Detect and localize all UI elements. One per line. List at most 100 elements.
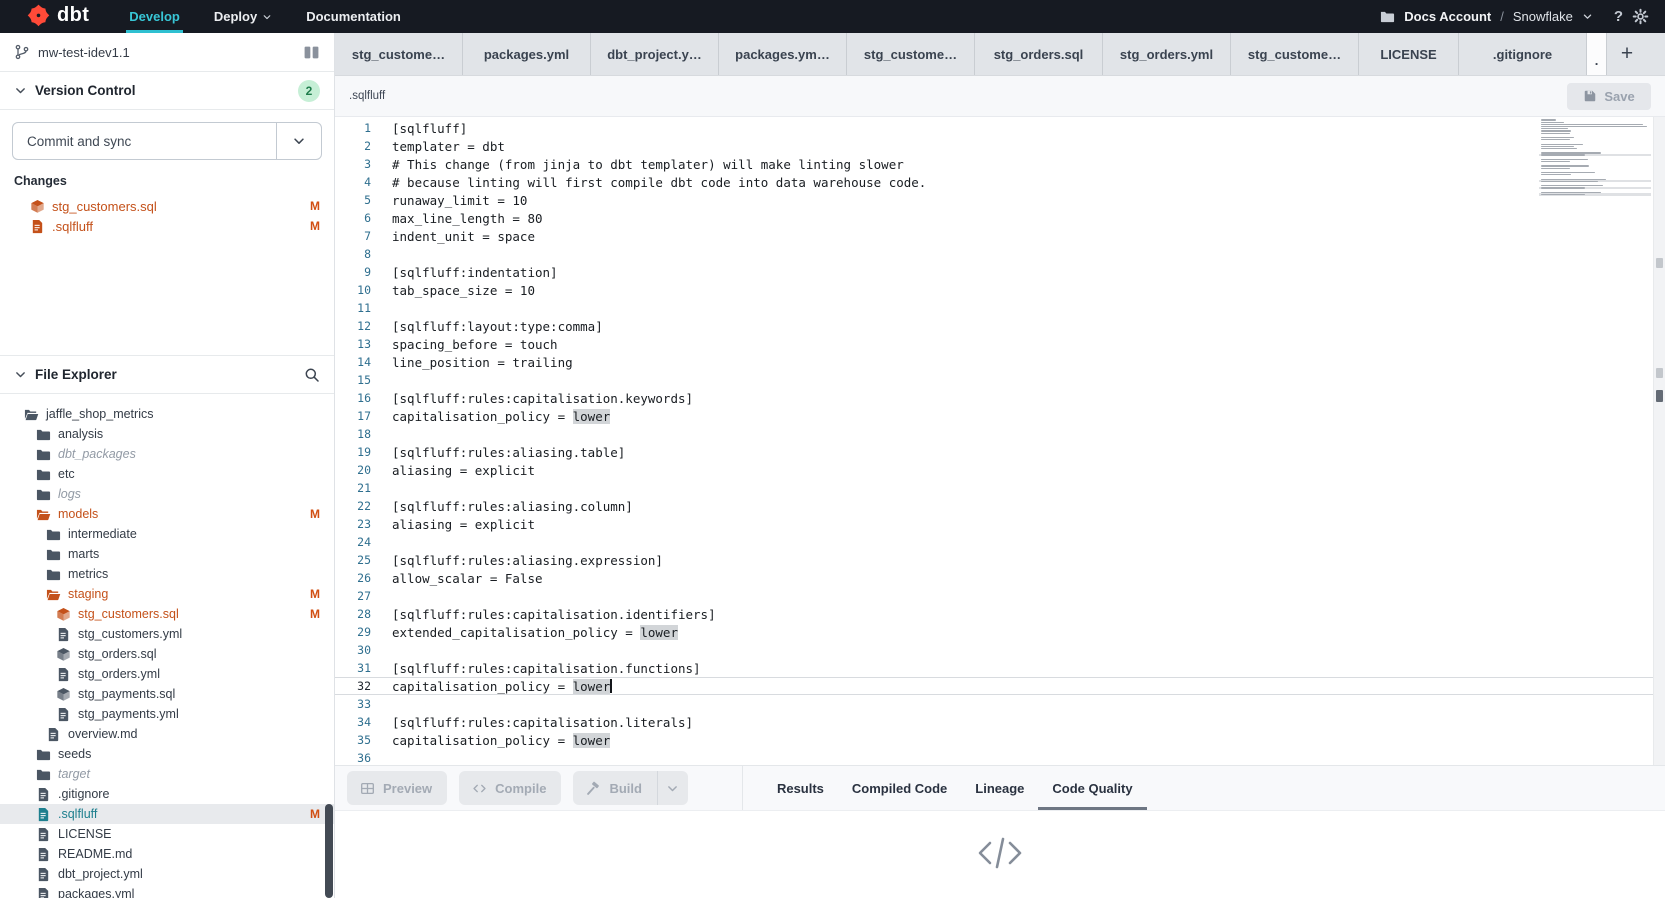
- build-options-toggle[interactable]: [657, 771, 688, 805]
- code-line[interactable]: 32 capitalisation_policy = lower: [335, 677, 1665, 695]
- sidebar-scrollbar[interactable]: [325, 804, 333, 898]
- action-button[interactable]: Compile: [459, 771, 561, 805]
- code-line[interactable]: 29 extended_capitalisation_policy = lowe…: [335, 623, 1665, 641]
- file-tree-item[interactable]: metrics: [0, 564, 334, 584]
- file-tree-item[interactable]: stg_orders.yml: [0, 664, 334, 684]
- code-line[interactable]: 25 [sqlfluff:rules:aliasing.expression]: [335, 551, 1665, 569]
- code-line[interactable]: 27: [335, 587, 1665, 605]
- code-line[interactable]: 26 allow_scalar = False: [335, 569, 1665, 587]
- file-tree-item[interactable]: models M: [0, 504, 334, 524]
- code-line[interactable]: 36: [335, 749, 1665, 765]
- chevron-down-icon[interactable]: [1582, 11, 1593, 22]
- editor-tab[interactable]: packages.ym…: [719, 33, 847, 75]
- code-line[interactable]: 16 [sqlfluff:rules:capitalisation.keywor…: [335, 389, 1665, 407]
- changed-file-row[interactable]: .sqlfluff M: [0, 216, 334, 236]
- code-line[interactable]: 31 [sqlfluff:rules:capitalisation.functi…: [335, 659, 1665, 677]
- connection-name[interactable]: Snowflake: [1513, 9, 1573, 24]
- code-line[interactable]: 33: [335, 695, 1665, 713]
- code-line[interactable]: 2 templater = dbt: [335, 137, 1665, 155]
- help-icon[interactable]: ?: [1614, 8, 1623, 25]
- file-tree-item[interactable]: .gitignore: [0, 784, 334, 804]
- minimap[interactable]: [1539, 119, 1651, 198]
- file-tree-item[interactable]: stg_customers.sql M: [0, 604, 334, 624]
- file-tree-item[interactable]: dbt_project.yml: [0, 864, 334, 884]
- code-line[interactable]: 28 [sqlfluff:rules:capitalisation.identi…: [335, 605, 1665, 623]
- code-line[interactable]: 17 capitalisation_policy = lower: [335, 407, 1665, 425]
- file-tree-item[interactable]: target: [0, 764, 334, 784]
- bottom-tab[interactable]: Lineage: [961, 766, 1038, 810]
- version-control-header[interactable]: Version Control 2: [0, 72, 334, 110]
- editor-tab[interactable]: stg_orders.sql: [975, 33, 1103, 75]
- code-line[interactable]: 19 [sqlfluff:rules:aliasing.table]: [335, 443, 1665, 461]
- code-line[interactable]: 1 [sqlfluff]: [335, 119, 1665, 137]
- code-line[interactable]: 23 aliasing = explicit: [335, 515, 1665, 533]
- file-tree-item[interactable]: intermediate: [0, 524, 334, 544]
- file-tree-item[interactable]: overview.md: [0, 724, 334, 744]
- file-tree-item[interactable]: LICENSE: [0, 824, 334, 844]
- code-line[interactable]: 21: [335, 479, 1665, 497]
- file-tree-item[interactable]: stg_customers.yml: [0, 624, 334, 644]
- code-line[interactable]: 13 spacing_before = touch: [335, 335, 1665, 353]
- code-editor[interactable]: 1 [sqlfluff] 2 templater = dbt 3 # This …: [335, 117, 1665, 765]
- code-line[interactable]: 35 capitalisation_policy = lower: [335, 731, 1665, 749]
- file-tree-item[interactable]: analysis: [0, 424, 334, 444]
- code-line[interactable]: 14 line_position = trailing: [335, 353, 1665, 371]
- code-line[interactable]: 4 # because linting will first compile d…: [335, 173, 1665, 191]
- editor-tab[interactable]: dbt_project.y…: [591, 33, 719, 75]
- search-icon[interactable]: [304, 367, 320, 383]
- action-button[interactable]: Build: [573, 771, 688, 805]
- bottom-tab[interactable]: Compiled Code: [838, 766, 961, 810]
- code-line[interactable]: 7 indent_unit = space: [335, 227, 1665, 245]
- editor-tab[interactable]: packages.yml: [463, 33, 591, 75]
- file-tree-item[interactable]: README.md: [0, 844, 334, 864]
- editor-tab[interactable]: stg_custome…: [335, 33, 463, 75]
- editor-scrollbar[interactable]: [1653, 117, 1665, 765]
- file-tree-item[interactable]: logs: [0, 484, 334, 504]
- file-tree-item[interactable]: dbt_packages: [0, 444, 334, 464]
- new-tab-button[interactable]: +: [1607, 33, 1647, 75]
- file-tree-item[interactable]: seeds: [0, 744, 334, 764]
- code-line[interactable]: 3 # This change (from jinja to dbt templ…: [335, 155, 1665, 173]
- file-tree-item[interactable]: stg_orders.sql: [0, 644, 334, 664]
- code-line[interactable]: 12 [sqlfluff:layout:type:comma]: [335, 317, 1665, 335]
- gear-icon[interactable]: [1632, 8, 1649, 25]
- editor-tab[interactable]: stg_custome…: [1231, 33, 1359, 75]
- action-button[interactable]: Preview: [347, 771, 447, 805]
- editor-tab[interactable]: stg_orders.yml: [1103, 33, 1231, 75]
- code-line[interactable]: 30: [335, 641, 1665, 659]
- nav-item[interactable]: Develop: [129, 0, 180, 33]
- code-line[interactable]: 18: [335, 425, 1665, 443]
- changed-file-row[interactable]: stg_customers.sql M: [0, 196, 334, 216]
- commit-and-sync-button[interactable]: Commit and sync: [12, 122, 322, 160]
- file-tree-item[interactable]: marts: [0, 544, 334, 564]
- code-line[interactable]: 24: [335, 533, 1665, 551]
- code-line[interactable]: 6 max_line_length = 80: [335, 209, 1665, 227]
- editor-tab[interactable]: LICENSE: [1359, 33, 1459, 75]
- commit-options-toggle[interactable]: [276, 123, 321, 159]
- file-tree-item[interactable]: jaffle_shop_metrics: [0, 404, 334, 424]
- editor-tab[interactable]: stg_custome…: [847, 33, 975, 75]
- file-tree-item[interactable]: etc: [0, 464, 334, 484]
- account-name[interactable]: Docs Account: [1404, 9, 1491, 24]
- file-tree-item[interactable]: packages.yml: [0, 884, 334, 898]
- file-tree-item[interactable]: stg_payments.yml: [0, 704, 334, 724]
- docs-panel-icon[interactable]: [303, 44, 320, 61]
- code-line[interactable]: 34 [sqlfluff:rules:capitalisation.litera…: [335, 713, 1665, 731]
- file-explorer-header[interactable]: File Explorer: [0, 355, 334, 394]
- code-line[interactable]: 9 [sqlfluff:indentation]: [335, 263, 1665, 281]
- file-tree-item[interactable]: stg_payments.sql: [0, 684, 334, 704]
- nav-item[interactable]: Documentation: [306, 0, 401, 33]
- bottom-tab[interactable]: Results: [763, 766, 838, 810]
- code-line[interactable]: 20 aliasing = explicit: [335, 461, 1665, 479]
- code-line[interactable]: 15: [335, 371, 1665, 389]
- nav-item[interactable]: Deploy: [214, 0, 272, 33]
- code-line[interactable]: 10 tab_space_size = 10: [335, 281, 1665, 299]
- code-line[interactable]: 8: [335, 245, 1665, 263]
- code-line[interactable]: 11: [335, 299, 1665, 317]
- code-line[interactable]: 5 runaway_limit = 10: [335, 191, 1665, 209]
- file-tree-item[interactable]: .sqlfluff M: [0, 804, 334, 824]
- code-line[interactable]: 22 [sqlfluff:rules:aliasing.column]: [335, 497, 1665, 515]
- editor-tab[interactable]: .gitignore: [1459, 33, 1587, 75]
- file-tree-item[interactable]: staging M: [0, 584, 334, 604]
- dbt-logo[interactable]: dbt: [26, 0, 89, 33]
